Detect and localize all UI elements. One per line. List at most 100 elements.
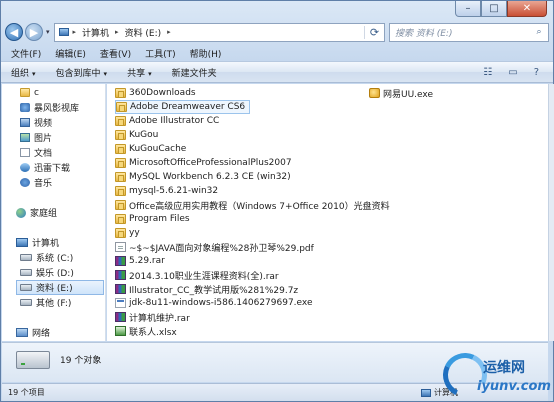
navigation-pane[interactable]: c 暴风影视库 视频 图片 文档 迅雷下载 音乐 家庭组 计算机 系统 (C:)… bbox=[2, 84, 106, 341]
organize-label: 组织 bbox=[11, 68, 30, 79]
homegroup-icon bbox=[16, 207, 26, 218]
menu-bar: 文件(F) 编辑(E) 查看(V) 工具(T) 帮助(H) bbox=[1, 45, 553, 61]
list-item[interactable]: Adobe Illustrator CC bbox=[115, 114, 219, 128]
rar-archive-icon bbox=[115, 270, 126, 280]
list-item[interactable]: 360Downloads bbox=[115, 86, 196, 100]
menu-file[interactable]: 文件(F) bbox=[11, 47, 41, 60]
minimize-button[interactable]: – bbox=[455, 1, 481, 17]
menu-view[interactable]: 查看(V) bbox=[100, 47, 131, 60]
list-item[interactable]: 计算机维护.rar bbox=[115, 310, 190, 324]
tree-item-computer[interactable]: 计算机 bbox=[6, 235, 59, 250]
organize-button[interactable]: 组织 ▾ bbox=[11, 66, 36, 79]
list-item[interactable]: Program Files bbox=[115, 212, 190, 226]
recent-pages-dropdown-icon[interactable]: ▾ bbox=[46, 28, 50, 36]
preview-pane-icon[interactable]: ▭ bbox=[508, 67, 517, 78]
tree-item-drive-c[interactable]: 系统 (C:) bbox=[20, 250, 73, 265]
computer-icon bbox=[16, 238, 28, 247]
file-name: MicrosoftOfficeProfessionalPlus2007 bbox=[129, 158, 292, 168]
status-bar: 19 个项目 计算机 bbox=[2, 383, 548, 401]
tree-item-drive-f[interactable]: 其他 (F:) bbox=[20, 295, 71, 310]
archive-icon bbox=[115, 284, 126, 294]
tree-item-label: 文档 bbox=[34, 149, 53, 159]
close-button[interactable]: ✕ bbox=[507, 1, 547, 17]
breadcrumb-drive-e[interactable]: 资料 (E:) bbox=[125, 26, 162, 39]
breadcrumb-separator-icon[interactable]: ▸ bbox=[115, 28, 119, 36]
list-item[interactable]: Adobe Dreamweaver CS6 bbox=[115, 100, 251, 114]
file-name: Illustrator_CC_教学试用版%281%29.7z bbox=[129, 285, 299, 296]
hard-drive-icon bbox=[20, 299, 32, 306]
breadcrumb-computer[interactable]: 计算机 bbox=[82, 26, 109, 39]
toolbar-right: ☷ ▭ ? bbox=[483, 67, 539, 78]
hard-drive-icon bbox=[20, 254, 32, 261]
back-button[interactable]: ◀ bbox=[5, 23, 23, 41]
tree-item-drive-e[interactable]: 资料 (E:) bbox=[16, 280, 104, 295]
thunder-download-icon bbox=[20, 163, 30, 172]
new-folder-button[interactable]: 新建文件夹 bbox=[172, 66, 217, 79]
file-name: Adobe Dreamweaver CS6 bbox=[130, 102, 246, 112]
list-item[interactable]: 网易UU.exe bbox=[369, 86, 433, 100]
forward-button[interactable]: ▶ bbox=[25, 23, 43, 41]
file-list[interactable]: 360Downloads Adobe Dreamweaver CS6 Adobe… bbox=[107, 84, 548, 341]
menu-help[interactable]: 帮助(H) bbox=[190, 47, 222, 60]
tree-item-documents[interactable]: 文档 bbox=[20, 145, 52, 160]
tree-item-homegroup[interactable]: 家庭组 bbox=[6, 205, 57, 220]
search-placeholder: 搜索 资料 (E:) bbox=[395, 28, 453, 39]
folder-icon bbox=[115, 116, 126, 126]
folder-icon bbox=[115, 172, 126, 182]
list-item[interactable]: MySQL Workbench 6.2.3 CE (win32) bbox=[115, 170, 291, 184]
address-bar[interactable]: ▸ 计算机 ▸ 资料 (E:) ▸ ⟳ bbox=[53, 22, 385, 42]
netease-uu-icon bbox=[369, 88, 380, 98]
tree-item-videos[interactable]: 视频 bbox=[20, 115, 52, 130]
list-item[interactable]: ~$~$JAVA面向对象编程%28孙卫琴%29.pdf bbox=[115, 240, 314, 254]
chevron-down-icon: ▾ bbox=[32, 69, 36, 78]
tree-item-pictures[interactable]: 图片 bbox=[20, 130, 52, 145]
tree-item-c[interactable]: c bbox=[20, 85, 39, 100]
folder-icon bbox=[116, 102, 127, 112]
breadcrumb-separator-icon[interactable]: ▸ bbox=[167, 28, 171, 36]
file-name: Adobe Illustrator CC bbox=[129, 116, 220, 126]
object-count: 19 个对象 bbox=[60, 356, 102, 366]
include-in-library-label: 包含到库中 bbox=[55, 68, 101, 79]
list-item[interactable]: Office高级应用实用教程（Windows 7+Office 2010）光盘资… bbox=[115, 198, 390, 212]
list-item[interactable]: mysql-5.6.21-win32 bbox=[115, 184, 218, 198]
list-item[interactable]: 联系人.xlsx bbox=[115, 324, 177, 338]
file-name: mysql-5.6.21-win32 bbox=[129, 186, 219, 196]
list-item[interactable]: KuGouCache bbox=[115, 142, 186, 156]
file-name: ~$~$JAVA面向对象编程%28孙卫琴%29.pdf bbox=[129, 243, 314, 254]
tree-item-label: 资料 (E:) bbox=[36, 284, 73, 294]
tree-item-drive-d[interactable]: 娱乐 (D:) bbox=[20, 265, 74, 280]
include-in-library-button[interactable]: 包含到库中 ▾ bbox=[56, 66, 108, 79]
list-item[interactable]: jdk-8u11-windows-i586.1406279697.exe bbox=[115, 296, 313, 310]
menu-edit[interactable]: 编辑(E) bbox=[55, 47, 86, 60]
tree-item-music[interactable]: 音乐 bbox=[20, 175, 52, 190]
search-icon[interactable]: ⌕ bbox=[530, 27, 548, 37]
folder-icon bbox=[115, 214, 126, 224]
tree-item-label: 图片 bbox=[34, 134, 53, 144]
pdf-file-icon bbox=[115, 242, 126, 252]
file-name: Program Files bbox=[129, 214, 190, 224]
storm-player-icon bbox=[20, 103, 30, 112]
list-item[interactable]: MicrosoftOfficeProfessionalPlus2007 bbox=[115, 156, 292, 170]
list-item[interactable]: 2014.3.10职业生涯课程资料(全).rar bbox=[115, 268, 279, 282]
menu-tools[interactable]: 工具(T) bbox=[145, 47, 176, 60]
maximize-button[interactable]: □ bbox=[481, 1, 507, 17]
list-item[interactable]: KuGou bbox=[115, 128, 158, 142]
share-button[interactable]: 共享 ▾ bbox=[127, 66, 152, 79]
scrollbar[interactable] bbox=[548, 84, 554, 341]
list-item[interactable]: yy bbox=[115, 226, 140, 240]
tree-item-network[interactable]: 网络 bbox=[6, 325, 50, 340]
list-item[interactable]: 5.29.rar bbox=[115, 254, 165, 268]
tree-item-storm-library[interactable]: 暴风影视库 bbox=[20, 100, 79, 115]
tree-item-label: c bbox=[34, 87, 39, 98]
help-icon[interactable]: ? bbox=[534, 67, 539, 78]
search-input[interactable]: 搜索 资料 (E:) ⌕ bbox=[389, 22, 549, 42]
breadcrumb-separator-icon[interactable]: ▸ bbox=[73, 28, 77, 36]
folder-icon bbox=[115, 144, 126, 154]
view-options-icon[interactable]: ☷ bbox=[483, 67, 492, 78]
tree-item-label: 系统 (C:) bbox=[36, 254, 74, 264]
item-count: 19 个项目 bbox=[8, 388, 45, 397]
computer-icon bbox=[58, 28, 69, 36]
list-item[interactable]: Illustrator_CC_教学试用版%281%29.7z bbox=[115, 282, 298, 296]
refresh-icon[interactable]: ⟳ bbox=[364, 25, 384, 39]
tree-item-thunder-downloads[interactable]: 迅雷下载 bbox=[20, 160, 70, 175]
